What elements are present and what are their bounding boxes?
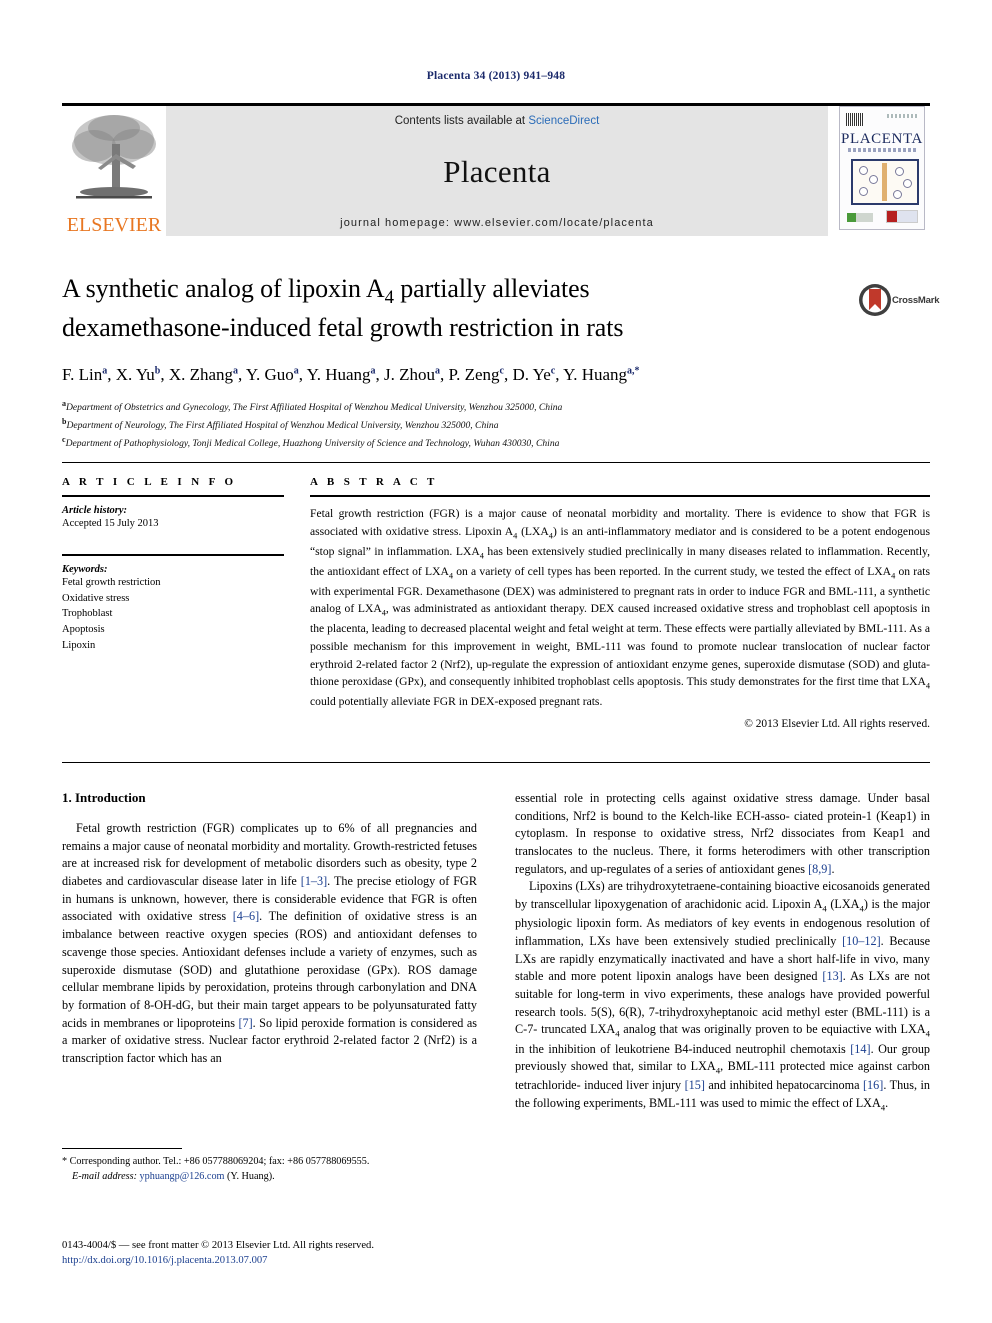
article-info-panel: A R T I C L E I N F O Article history: A… bbox=[62, 476, 284, 654]
author-list: F. Lina, X. Yub, X. Zhanga, Y. Guoa, Y. … bbox=[62, 365, 640, 385]
abstract-panel: A B S T R A C T Fetal growth restriction… bbox=[310, 476, 930, 730]
journal-homepage[interactable]: journal homepage: www.elsevier.com/locat… bbox=[340, 217, 654, 229]
crossmark-badge[interactable]: CrossMark bbox=[858, 283, 940, 317]
keyword-item: Fetal growth restriction bbox=[62, 576, 161, 588]
title-line-2: dexamethasone-induced fetal growth restr… bbox=[62, 312, 624, 342]
footnote-contact: * Corresponding author. Tel.: +86 057788… bbox=[62, 1156, 370, 1167]
email-link[interactable]: yphuangp@126.com bbox=[140, 1171, 225, 1182]
cover-logo-left bbox=[847, 213, 873, 222]
cover-subtitle-line bbox=[848, 148, 916, 152]
affiliation-item: aDepartment of Obstetrics and Gynecology… bbox=[62, 399, 563, 414]
intro-paragraph-1: Fetal growth restriction (FGR) complicat… bbox=[62, 821, 478, 1065]
elsevier-wordmark: ELSEVIER bbox=[66, 214, 162, 236]
elsevier-tree-icon bbox=[72, 115, 156, 199]
body-divider bbox=[62, 762, 930, 763]
email-owner: (Y. Huang). bbox=[227, 1171, 275, 1183]
journal-banner: Contents lists available at ScienceDirec… bbox=[166, 106, 828, 236]
article-history-value: Accepted 15 July 2013 bbox=[62, 518, 159, 529]
footnote-email-line: E-mail address: yphuangp@126.com (Y. Hua… bbox=[62, 1169, 477, 1184]
journal-title: Placenta bbox=[443, 154, 551, 189]
keywords-label: Keywords: bbox=[62, 563, 108, 575]
article-info-heading: A R T I C L E I N F O bbox=[62, 476, 237, 488]
journal-masthead: ELSEVIER Contents lists available at Sci… bbox=[62, 103, 930, 236]
cover-title: PLACENTA bbox=[841, 131, 923, 147]
issn-copyright-line: 0143-4004/$ — see front matter © 2013 El… bbox=[62, 1240, 374, 1251]
keyword-item: Oxidative stress bbox=[62, 592, 130, 604]
cover-header-text bbox=[887, 114, 919, 118]
intro-paragraph-2: Lipoxins (LXs) are trihydroxytetraene-co… bbox=[515, 879, 931, 1113]
corresponding-author-footnote: * Corresponding author. Tel.: +86 057788… bbox=[62, 1148, 477, 1185]
elsevier-logo: ELSEVIER bbox=[62, 106, 166, 236]
body-column-left: 1. Introduction Fetal growth restriction… bbox=[62, 790, 477, 1068]
info-divider bbox=[62, 462, 930, 463]
affiliation-list: aDepartment of Obstetrics and Gynecology… bbox=[62, 398, 852, 451]
keyword-item: Lipoxin bbox=[62, 639, 96, 651]
page-footer: 0143-4004/$ — see front matter © 2013 El… bbox=[62, 1238, 562, 1269]
email-label: E-mail address: bbox=[72, 1171, 137, 1183]
journal-cover-thumbnail: PLACENTA bbox=[828, 106, 930, 236]
cover-figure bbox=[851, 159, 919, 205]
affiliation-item: bDepartment of Neurology, The First Affi… bbox=[62, 416, 499, 431]
abstract-copyright: © 2013 Elsevier Ltd. All rights reserved… bbox=[744, 717, 930, 730]
affiliation-item: cDepartment of Pathophysiology, Tonji Me… bbox=[62, 434, 560, 449]
paper-page: Placenta 34 (2013) 941–948 ELSEVIER Cont… bbox=[0, 0, 992, 1323]
sciencedirect-link[interactable]: ScienceDirect bbox=[528, 115, 599, 127]
keyword-item: Apoptosis bbox=[62, 624, 105, 635]
crossmark-label: CrossMark bbox=[892, 294, 940, 306]
section-heading-introduction: 1. Introduction bbox=[62, 790, 146, 805]
keyword-item: Trophoblast bbox=[62, 608, 113, 620]
doi-link[interactable]: http://dx.doi.org/10.1016/j.placenta.201… bbox=[62, 1253, 562, 1268]
cover-logo-right bbox=[886, 210, 918, 223]
body-column-right: essential role in protecting cells again… bbox=[515, 790, 930, 1114]
abstract-heading: A B S T R A C T bbox=[310, 476, 438, 488]
intro-paragraph-1-cont: essential role in protecting cells again… bbox=[515, 791, 930, 876]
keywords-list: Fetal growth restriction Oxidative stres… bbox=[62, 575, 284, 654]
title-line-1: A synthetic analog of lipoxin A4 partial… bbox=[62, 274, 590, 309]
contents-line: Contents lists available at ScienceDirec… bbox=[395, 115, 600, 127]
article-history-label: Article history: bbox=[62, 505, 128, 516]
title-block: A synthetic analog of lipoxin A4 partial… bbox=[62, 272, 852, 451]
running-head: Placenta 34 (2013) 941–948 bbox=[426, 70, 566, 82]
cover-barcode-icon bbox=[846, 113, 864, 126]
contents-prefix: Contents lists available at bbox=[394, 115, 526, 127]
page-title: A synthetic analog of lipoxin A4 partial… bbox=[62, 272, 852, 345]
crossmark-icon bbox=[859, 284, 891, 316]
footnote-rule bbox=[62, 1148, 182, 1149]
abstract-text: Fetal growth restriction (FGR) is a majo… bbox=[310, 507, 930, 709]
